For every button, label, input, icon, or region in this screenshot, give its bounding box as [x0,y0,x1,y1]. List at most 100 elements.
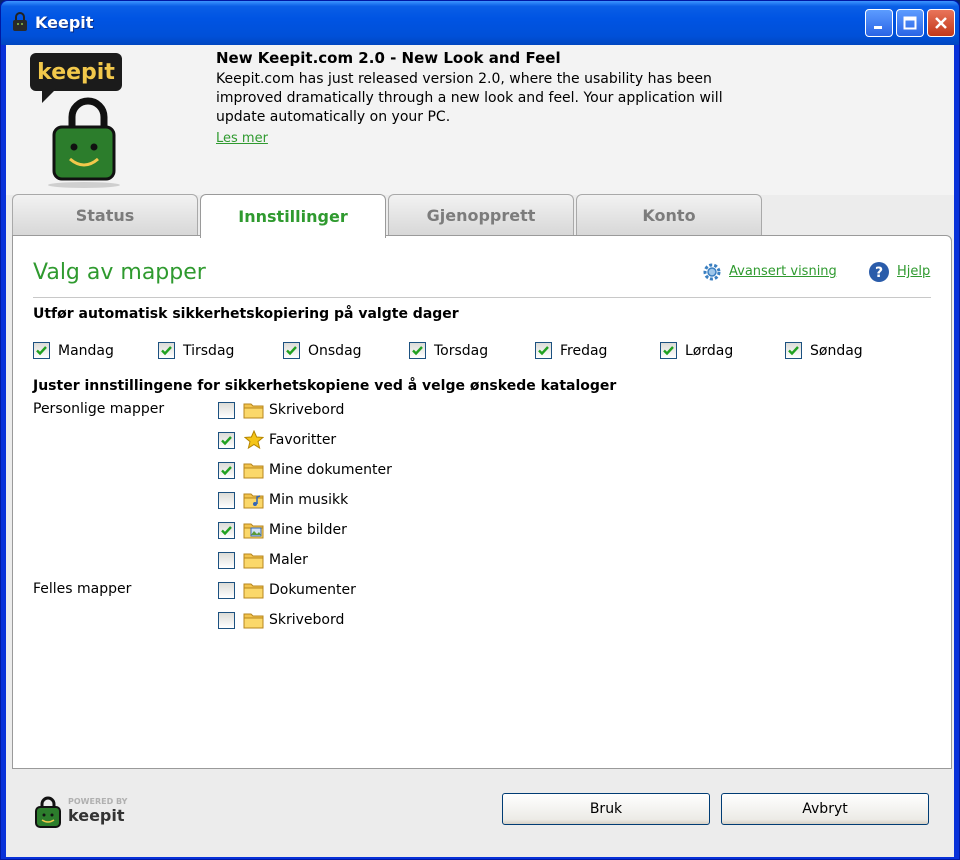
check-icon [161,346,172,356]
day-label: Søndag [810,342,863,359]
day-checkbox-box[interactable] [535,342,552,359]
folder-checkbox[interactable] [218,401,235,419]
keepit-lock-icon [13,12,27,31]
day-checkbox-1[interactable]: Tirsdag [158,342,234,359]
title-bar[interactable]: Keepit [1,1,959,45]
folder-group-label: Personlige mapper [33,401,165,417]
day-checkbox-2[interactable]: Onsdag [283,342,362,359]
folder-group-label: Felles mapper [33,581,132,597]
check-icon [221,435,232,445]
tab-innstillinger[interactable]: Innstillinger [200,194,386,238]
folders-heading: Juster innstillingene for sikkerhetskopi… [33,378,617,394]
day-checkbox-box[interactable] [158,342,175,359]
check-icon [538,346,549,356]
music-folder-icon [243,490,265,510]
maximize-icon [903,16,917,30]
close-button[interactable] [927,9,955,37]
day-checkbox-5[interactable]: Lørdag [660,342,733,359]
check-icon [221,525,232,535]
check-icon [286,346,297,356]
folder-checkbox[interactable] [218,461,235,479]
help-link[interactable]: Hjelp [897,264,930,279]
folder-label: Skrivebord [269,402,345,418]
read-more-link[interactable]: Les mer [216,131,268,146]
tab-status[interactable]: Status [12,194,198,236]
folder-row[interactable]: Mine dokumenter [218,460,392,480]
folder-row[interactable]: Skrivebord [218,610,344,630]
folder-icon [243,550,265,570]
pictures-folder-icon [243,520,265,540]
folder-icon [243,460,265,480]
folder-checkbox[interactable] [218,611,235,629]
folder-label: Mine dokumenter [269,462,392,478]
day-label: Onsdag [308,342,362,359]
folder-checkbox[interactable] [218,551,235,569]
divider [33,297,931,298]
folder-checkbox[interactable] [218,491,235,509]
minimize-button[interactable] [865,9,893,37]
day-checkbox-6[interactable]: Søndag [785,342,863,359]
folder-row[interactable]: Dokumenter [218,580,356,600]
check-icon [412,346,423,356]
folder-label: Favoritter [269,432,337,448]
day-label: Torsdag [434,342,489,359]
folder-row[interactable]: Favoritter [218,430,336,450]
day-checkbox-4[interactable]: Fredag [535,342,607,359]
news-title: New Keepit.com 2.0 - New Look and Feel [216,49,561,67]
svg-text:?: ? [875,265,883,281]
folder-row[interactable]: Mine bilder [218,520,347,540]
app-window: Keepit keepit New Keepit.com 2.0 - New L… [0,0,960,860]
maximize-button[interactable] [896,9,924,37]
apply-button[interactable]: Bruk [502,793,710,825]
tab-gjenopprett[interactable]: Gjenopprett [388,194,574,236]
day-label: Tirsdag [183,342,235,359]
close-icon [935,17,947,29]
folder-label: Skrivebord [269,612,345,628]
folder-row[interactable]: Min musikk [218,490,348,510]
day-label: Mandag [58,342,114,359]
check-icon [221,465,232,475]
check-icon [788,346,799,356]
window-title: Keepit [35,13,94,32]
day-checkbox-box[interactable] [283,342,300,359]
folder-label: Dokumenter [269,582,356,598]
help-icon: ? [869,262,889,282]
days-heading: Utfør automatisk sikkerhetskopiering på … [33,306,459,322]
day-label: Fredag [560,342,608,359]
minimize-icon [874,26,882,29]
day-checkbox-box[interactable] [33,342,50,359]
folder-label: Maler [269,552,308,568]
folder-label: Min musikk [269,492,349,508]
powered-by-text: POWERED BY [68,797,128,806]
svg-text:keepit: keepit [37,60,115,85]
advanced-view-link[interactable]: Avansert visning [729,264,837,279]
folder-checkbox[interactable] [218,431,235,449]
day-checkbox-box[interactable] [785,342,802,359]
folder-checkbox[interactable] [218,521,235,539]
footer-brand-text: keepit [68,806,125,825]
powered-by-keepit-logo: POWERED BY keepit [35,796,128,828]
check-icon [36,346,47,356]
folder-icon [243,400,265,420]
panel-title: Valg av mapper [33,260,206,285]
folder-row[interactable]: Skrivebord [218,400,344,420]
news-banner: keepit New Keepit.com 2.0 - New Look and… [6,45,954,195]
day-checkbox-box[interactable] [660,342,677,359]
check-icon [663,346,674,356]
settings-panel: Valg av mapper Avansert visning ? Hjelp … [12,235,952,769]
news-body: Keepit.com has just released version 2.0… [216,71,723,125]
day-checkbox-0[interactable]: Mandag [33,342,114,359]
folder-icon [243,610,265,630]
day-label: Lørdag [685,342,734,359]
day-checkbox-3[interactable]: Torsdag [409,342,488,359]
folder-checkbox[interactable] [218,581,235,599]
day-checkbox-box[interactable] [409,342,426,359]
gear-icon [703,263,721,281]
folder-row[interactable]: Maler [218,550,308,570]
folder-label: Mine bilder [269,522,347,538]
window-client-area: keepit New Keepit.com 2.0 - New Look and… [6,45,954,857]
cancel-button[interactable]: Avbryt [721,793,929,825]
keepit-logo: keepit [30,53,122,188]
star-icon [243,430,265,450]
tab-konto[interactable]: Konto [576,194,762,236]
